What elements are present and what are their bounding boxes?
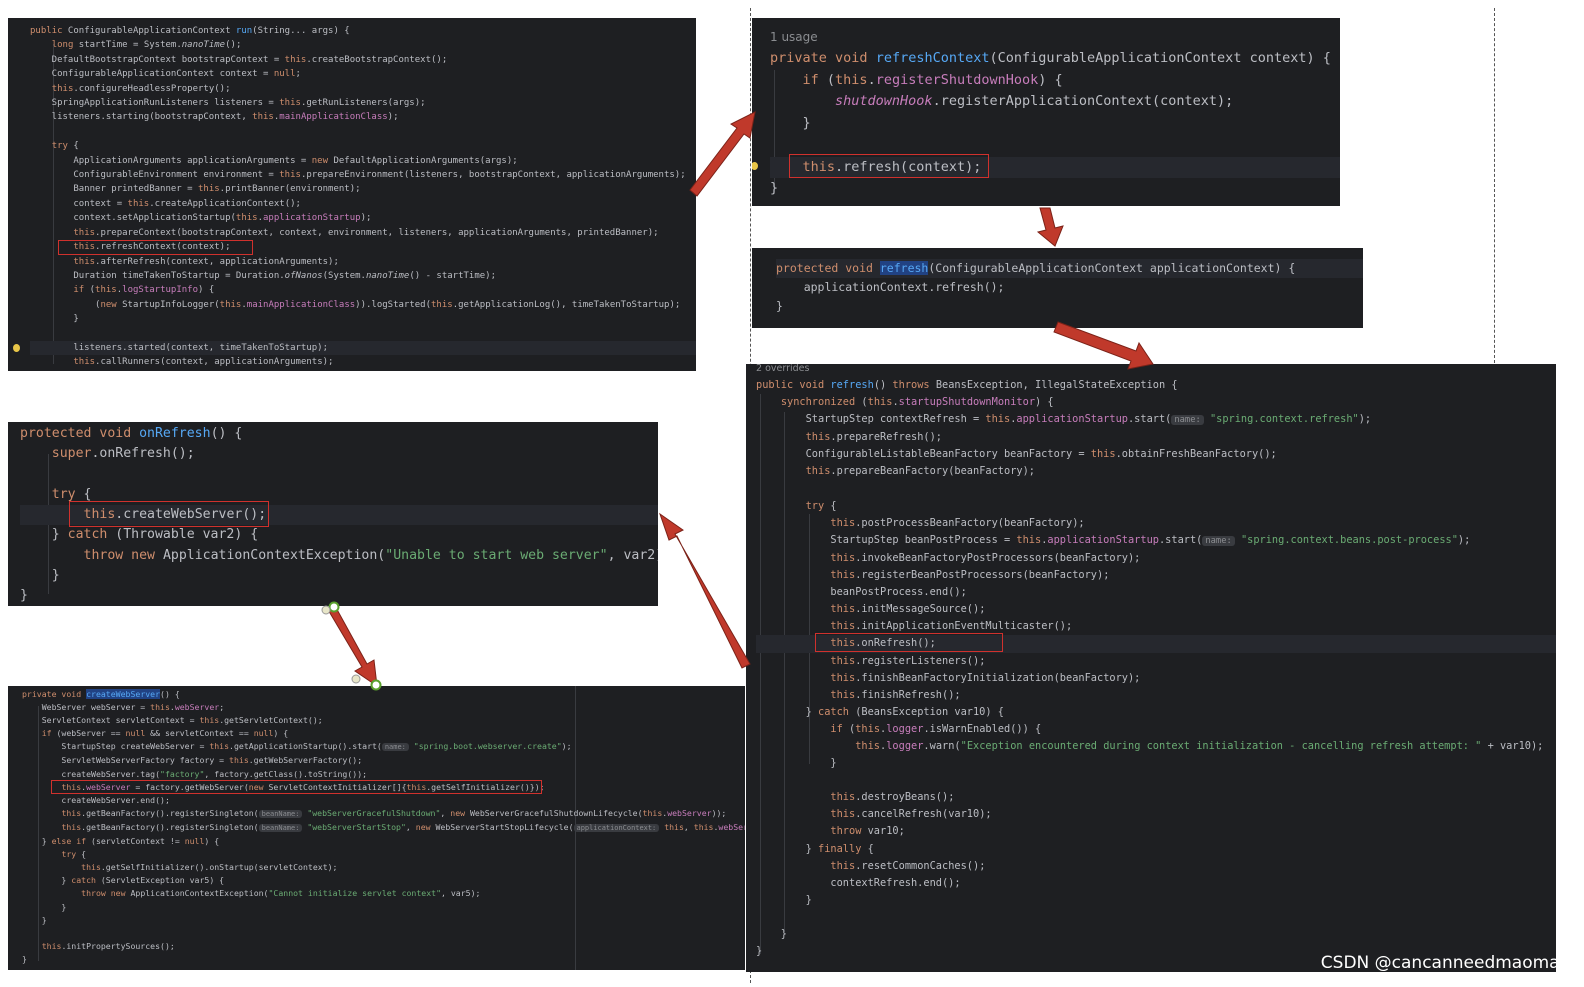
flow-arrows [321, 111, 1154, 691]
connector-handle [370, 679, 382, 691]
arrow-on-refresh-to-create-web-server [326, 603, 378, 688]
connector-handle [328, 601, 340, 613]
connector-handle [321, 605, 331, 615]
watermark: CSDN @cancanneedmaomao [1320, 953, 1570, 973]
arrow-refresh-context-to-refresh [1036, 207, 1064, 247]
arrow-refresh-to-abstract-refresh [1053, 321, 1154, 370]
arrow-run-to-refresh-context [689, 111, 756, 197]
connector-handle [351, 674, 361, 684]
arrow-abstract-refresh-to-on-refresh [659, 512, 751, 669]
